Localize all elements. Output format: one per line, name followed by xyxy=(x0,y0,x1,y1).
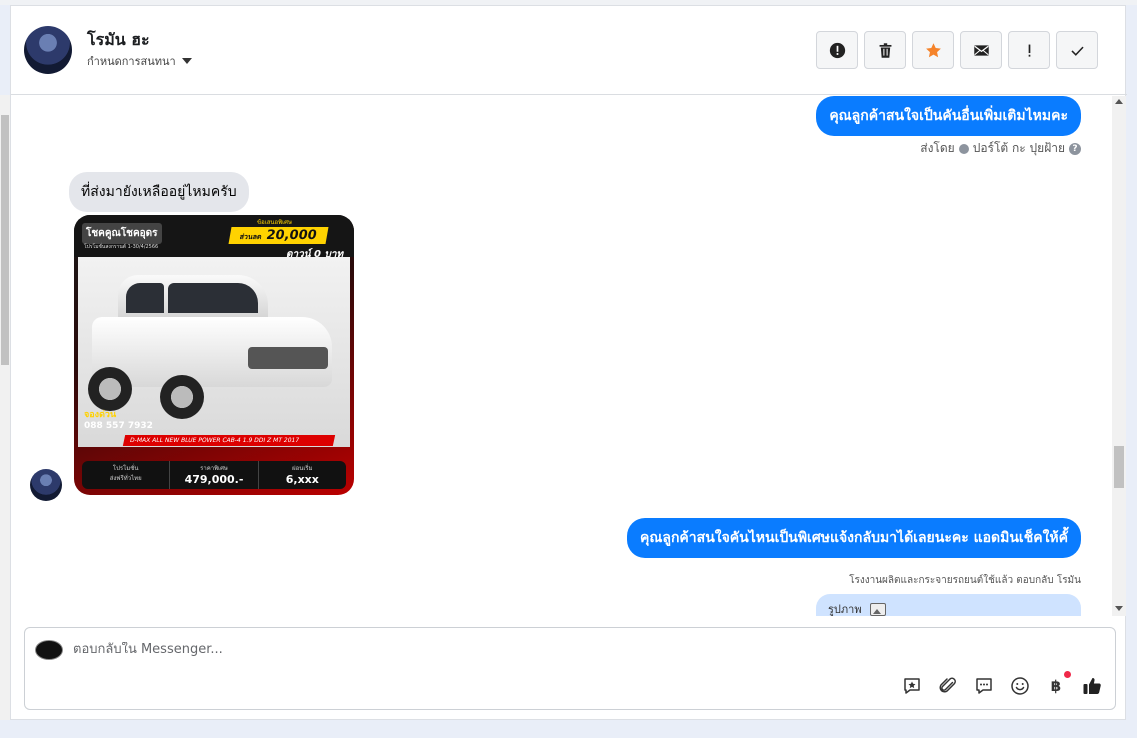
trash-icon xyxy=(879,42,891,58)
car-grill xyxy=(248,347,328,369)
star-button[interactable] xyxy=(912,31,954,69)
message-scrollbar[interactable] xyxy=(1112,96,1126,616)
mark-done-button[interactable] xyxy=(1056,31,1098,69)
car-advert-image[interactable]: โชคคูณโชคอุดร โปรโมชั่นสงกรานต์ 1-30/4/2… xyxy=(74,215,354,495)
checkmark-icon xyxy=(1070,46,1084,56)
star-icon xyxy=(925,42,941,57)
outgoing-message[interactable]: คุณลูกค้าสนใจคันไหนเป็นพิเศษแจ้งกลับมาได… xyxy=(627,518,1081,558)
conversation-settings-dropdown[interactable]: กำหนดการสนทนา xyxy=(87,52,192,70)
car-photo xyxy=(78,257,350,447)
attach-button[interactable] xyxy=(937,675,959,697)
header-toolbar xyxy=(816,31,1098,69)
ad-price-label: ราคาพิเศษ xyxy=(200,465,228,472)
outgoing-message[interactable]: คุณลูกค้าสนใจเป็นคันอื่นเพิ่มเติมไหมคะ xyxy=(816,96,1081,136)
conversation-settings-label: กำหนดการสนทนา xyxy=(87,55,176,68)
report-button[interactable] xyxy=(816,31,858,69)
ad-hotline-label: จองด่วน xyxy=(84,410,117,420)
image-icon xyxy=(869,602,886,616)
message-list[interactable]: คุณลูกค้าสนใจเป็นคันอื่นเพิ่มเติมไหมคะ ส… xyxy=(11,96,1127,616)
ad-promo-cell-value: ส่งฟรีทั่วไทย xyxy=(109,475,142,482)
car-wheel xyxy=(160,375,204,419)
photo-message[interactable]: รูปภาพ xyxy=(816,594,1081,616)
page-scrollbar-thumb[interactable] xyxy=(1,115,9,365)
ad-installment-label: ผ่อนเริ่ม xyxy=(292,465,313,472)
page-scrollbar[interactable] xyxy=(0,95,10,720)
ad-price-bar: โปรโมชั่น ส่งฟรีทั่วไทย ราคาพิเศษ 479,00… xyxy=(82,461,346,489)
payment-button[interactable]: ฿ xyxy=(1045,671,1071,697)
sent-by-prefix: ส่งโดย xyxy=(920,141,955,155)
baht-payment-icon: ฿ xyxy=(1050,677,1062,695)
sent-by-line: ส่งโดย ปอร์โต้ กะ ปุยฝ้าย ? xyxy=(920,139,1081,158)
ad-promo-label: ข้อเสนอพิเศษ xyxy=(257,219,292,226)
car-wheel xyxy=(88,367,132,411)
help-icon[interactable]: ? xyxy=(1069,142,1081,155)
ad-promo-cell-label: โปรโมชั่น xyxy=(112,465,139,472)
reply-composer: ฿ xyxy=(24,627,1116,710)
contact-name[interactable]: โรมัน ฮะ xyxy=(87,28,150,53)
priority-button[interactable] xyxy=(1008,31,1050,69)
ad-price: 479,000.- xyxy=(184,473,244,486)
car-windshield xyxy=(168,283,258,313)
incoming-message[interactable]: ที่ส่งมายังเหลืออยู่ไหมครับ xyxy=(69,172,249,212)
mail-icon xyxy=(973,44,989,56)
ad-discount-value: 20,000 xyxy=(265,228,318,243)
verified-icon xyxy=(958,143,969,154)
mark-unread-button[interactable] xyxy=(960,31,1002,69)
notification-dot xyxy=(1064,671,1071,678)
ad-phone: 088 557 7932 xyxy=(84,421,153,431)
scroll-up-arrow[interactable] xyxy=(1115,99,1123,104)
saved-reply-icon xyxy=(904,678,920,694)
thumbs-up-icon xyxy=(1083,678,1101,694)
reply-context: โรงงานผลิตและกระจายรถยนต์ใช้แล้ว ตอบกลับ… xyxy=(849,575,1081,586)
conversation-panel: โรมัน ฮะ กำหนดการสนทนา คุณลูกค้าสนใจเป็น… xyxy=(10,5,1127,720)
scroll-down-arrow[interactable] xyxy=(1115,606,1123,611)
chevron-down-icon xyxy=(181,58,192,64)
ad-promo-cell: โปรโมชั่น ส่งฟรีทั่วไทย xyxy=(82,461,171,489)
ad-promo-dates: โปรโมชั่นสงกรานต์ 1-30/4/2566 xyxy=(84,244,159,250)
ad-installment-cell: ผ่อนเริ่ม 6,xxx xyxy=(259,461,346,489)
chat-button[interactable] xyxy=(973,675,995,697)
emoji-icon xyxy=(1011,677,1029,695)
ad-installment: 6,xxx xyxy=(285,473,319,486)
contact-avatar[interactable] xyxy=(24,26,72,74)
sender-avatar[interactable] xyxy=(30,469,62,501)
message-scrollbar-thumb[interactable] xyxy=(1114,446,1124,488)
reply-input[interactable] xyxy=(73,642,873,657)
report-icon xyxy=(829,42,845,58)
chat-bubble-icon xyxy=(976,678,992,694)
saved-reply-button[interactable] xyxy=(901,675,923,697)
conversation-header: โรมัน ฮะ กำหนดการสนทนา xyxy=(11,6,1127,95)
ad-model: D-MAX ALL NEW BLUE POWER CAB-4 1.9 DDI Z… xyxy=(122,435,336,446)
delete-button[interactable] xyxy=(864,31,906,69)
ad-price-cell: ราคาพิเศษ 479,000.- xyxy=(170,461,259,489)
emoji-button[interactable] xyxy=(1009,675,1031,697)
attachment-icon xyxy=(939,677,956,693)
composer-toolbar: ฿ xyxy=(901,671,1103,697)
page-avatar xyxy=(35,640,63,660)
sent-by-name: ปอร์โต้ กะ ปุยฝ้าย xyxy=(972,141,1065,155)
ad-dealer-tag: โชคคูณโชคอุดร xyxy=(82,223,162,244)
photo-label: รูปภาพ xyxy=(828,603,862,616)
ad-discount: ส่วนลด 20,000 xyxy=(228,227,329,244)
like-button[interactable] xyxy=(1081,675,1103,697)
exclamation-icon xyxy=(1028,44,1030,57)
ad-discount-prefix: ส่วนลด xyxy=(239,233,263,241)
car-rear-window xyxy=(126,283,164,313)
